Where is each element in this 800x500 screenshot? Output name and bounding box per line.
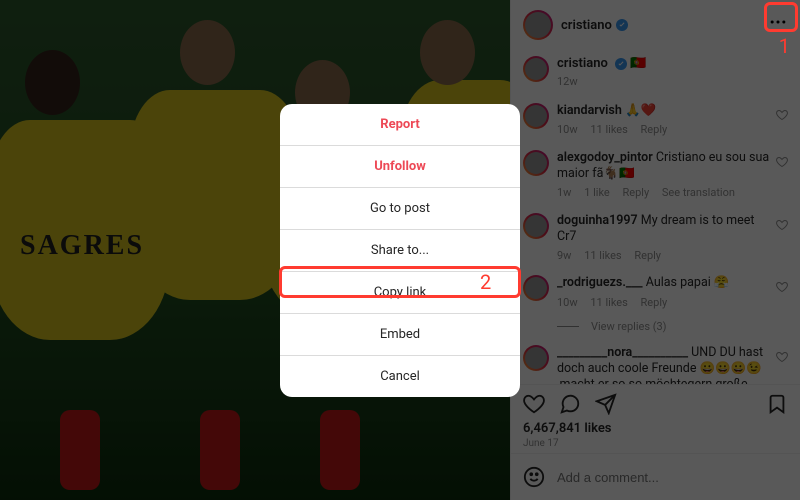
menu-report[interactable]: Report: [280, 104, 520, 146]
menu-cancel[interactable]: Cancel: [280, 356, 520, 397]
menu-share-to[interactable]: Share to...: [280, 230, 520, 272]
modal-overlay[interactable]: Report Unfollow Go to post Share to... C…: [0, 0, 800, 500]
menu-unfollow[interactable]: Unfollow: [280, 146, 520, 188]
menu-copy-link[interactable]: Copy link: [280, 272, 520, 314]
options-menu: Report Unfollow Go to post Share to... C…: [280, 104, 520, 397]
menu-go-to-post[interactable]: Go to post: [280, 188, 520, 230]
instagram-post-view: SAGRES cristiano cristiano 🇵🇹 12w: [0, 0, 800, 500]
menu-embed[interactable]: Embed: [280, 314, 520, 356]
